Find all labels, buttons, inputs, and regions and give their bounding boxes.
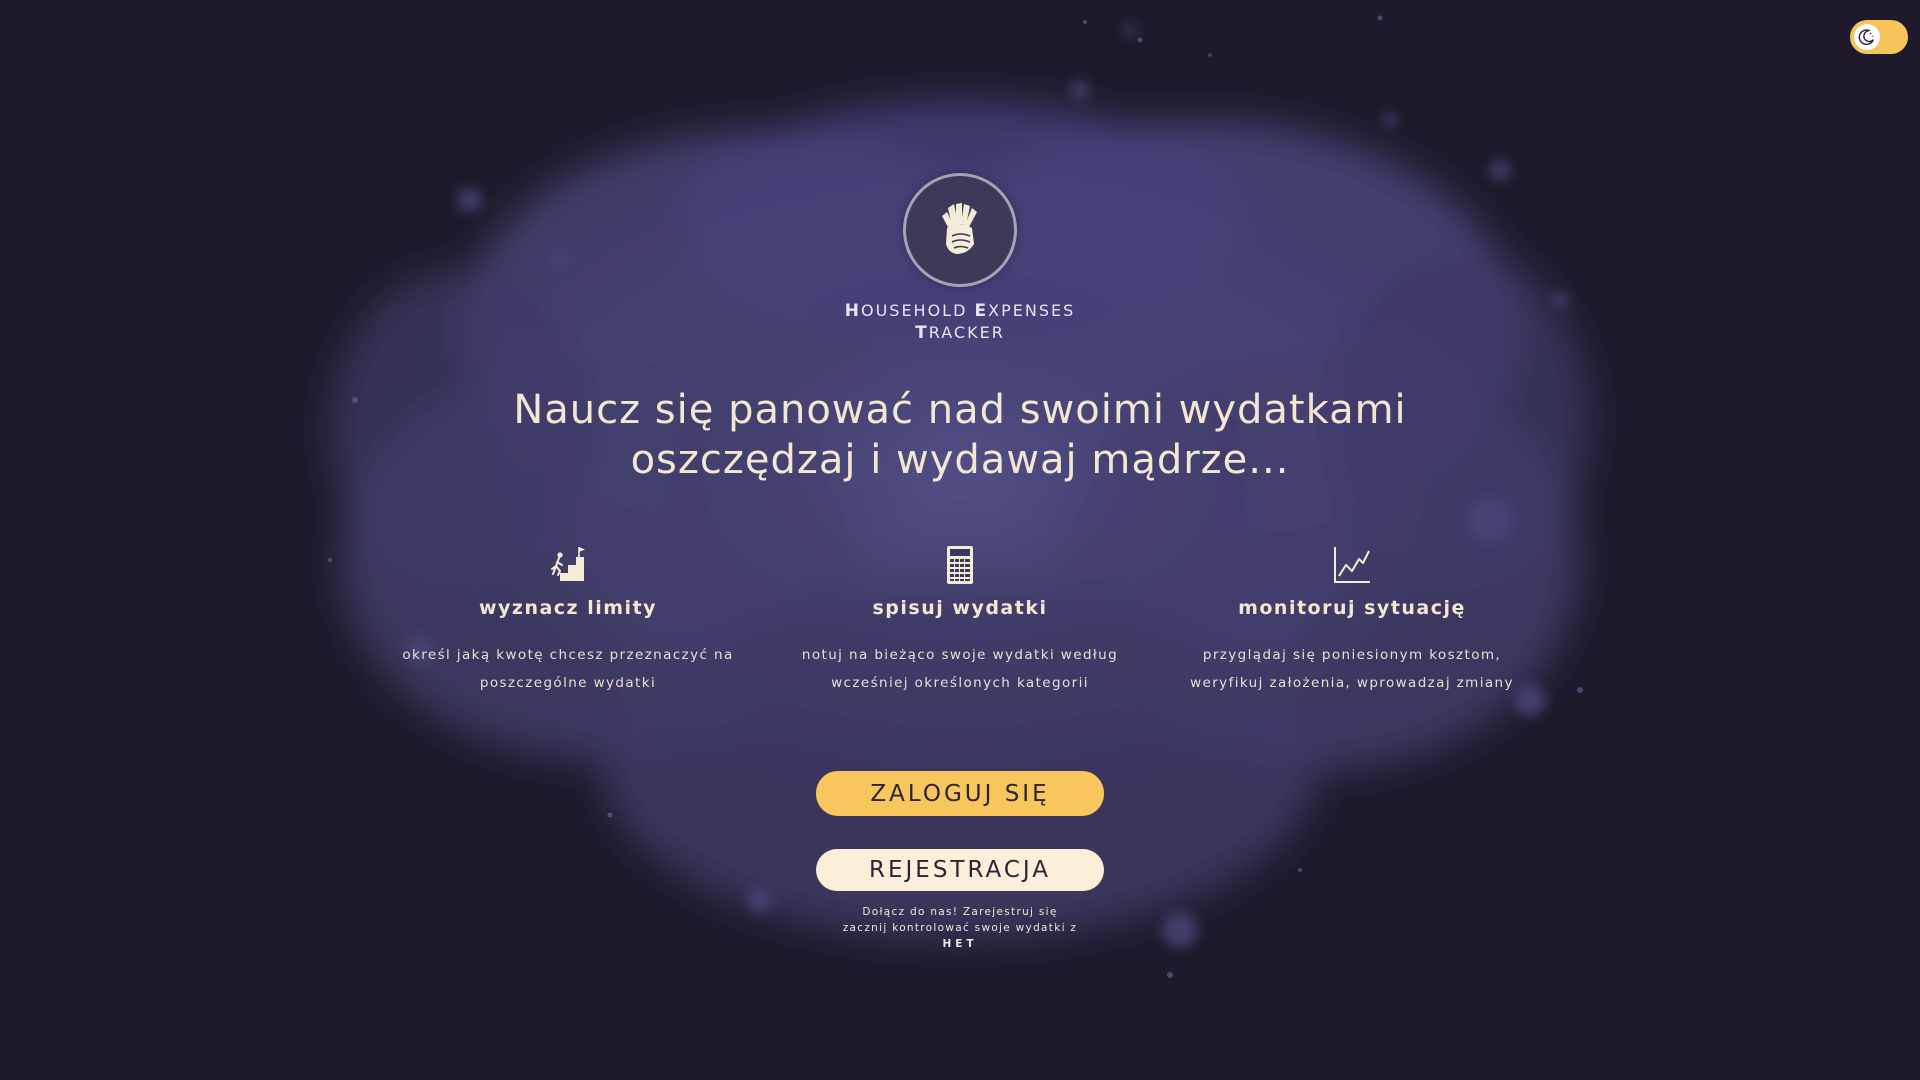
join-note-line-2: zacznij kontrolować swoje wydatki z HET [760, 920, 1160, 952]
feature-title: wyznacz limity [478, 597, 658, 619]
join-note-text: zacznij kontrolować swoje wydatki z [842, 922, 1078, 934]
feature-set-limits: wyznacz limity określ jaką kwotę chcesz … [378, 545, 758, 697]
feature-title: monitoruj sytuację [1238, 597, 1466, 619]
brand-name: HOUSEHOLD EXPENSES TRACKER [760, 300, 1160, 344]
line-chart-icon [1162, 545, 1542, 585]
feature-description-line: przyglądaj się poniesionym kosztom, [1202, 647, 1502, 663]
brand-text: XPENSES [988, 301, 1076, 320]
money-hand-icon [942, 203, 977, 254]
moon-icon [1854, 24, 1880, 50]
login-button[interactable]: ZALOGUJ SIĘ [816, 771, 1104, 816]
theme-toggle[interactable] [1850, 20, 1908, 54]
feature-description: przyglądaj się poniesionym kosztom, wery… [1162, 641, 1542, 697]
feature-description: notuj na bieżąco swoje wydatki według wc… [770, 641, 1150, 697]
register-button[interactable]: REJESTRACJA [816, 849, 1104, 891]
join-note-line-1: Dołącz do nas! Zarejestruj się [862, 906, 1058, 918]
hero-headline: Naucz się panować nad swoimi wydatkami o… [360, 385, 1560, 485]
brand-text: OUSEHOLD [860, 301, 975, 320]
calculator-icon [770, 545, 1150, 585]
brand-text: RACKER [928, 323, 1005, 342]
brand-initial-h: H [844, 301, 861, 321]
landing-page: HOUSEHOLD EXPENSES TRACKER Naucz się pan… [0, 0, 1920, 1080]
join-note-brand: HET [942, 938, 978, 950]
feature-description-line: określ jaką kwotę chcesz przeznaczyć na [402, 647, 734, 663]
feature-description-line: weryfikuj założenia, wprowadzaj zmiany [1190, 675, 1514, 691]
feature-log-expenses: spisuj wydatki notuj na bieżąco swoje wy… [770, 545, 1150, 697]
feature-monitor-situation: monitoruj sytuację przyglądaj się ponies… [1162, 545, 1542, 697]
brand-line-2: TRACKER [760, 322, 1160, 344]
feature-description-line: poszczególne wydatki [479, 675, 657, 691]
brand-line-1: HOUSEHOLD EXPENSES [760, 300, 1160, 322]
stairs-goal-icon [378, 545, 758, 585]
feature-title: spisuj wydatki [872, 597, 1048, 619]
headline-line-1: Naucz się panować nad swoimi wydatkami [513, 387, 1407, 433]
feature-description-line: wcześniej określonych kategorii [831, 675, 1089, 691]
join-note: Dołącz do nas! Zarejestruj się zacznij k… [760, 904, 1160, 952]
brand-initial-e: E [974, 301, 989, 321]
headline-line-2: oszczędzaj i wydawaj mądrze... [630, 437, 1290, 483]
brand-initial-t: T [915, 323, 929, 343]
app-logo [906, 176, 1014, 284]
feature-description: określ jaką kwotę chcesz przeznaczyć na … [378, 641, 758, 697]
feature-description-line: notuj na bieżąco swoje wydatki według [801, 647, 1119, 663]
